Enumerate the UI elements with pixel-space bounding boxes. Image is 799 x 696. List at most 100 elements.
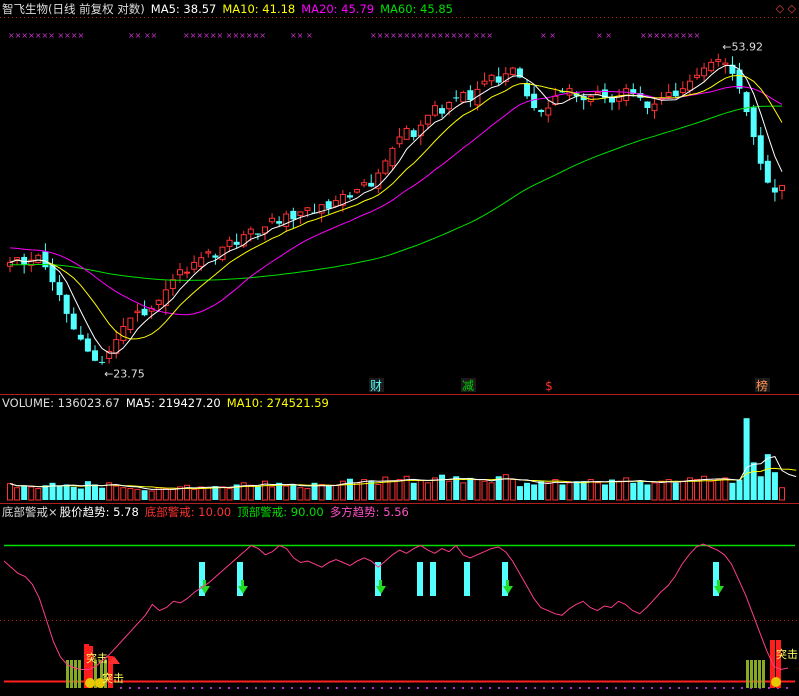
candle-body: [91, 350, 98, 361]
candle-body: [127, 317, 134, 330]
baseline-dot: [336, 687, 338, 689]
baseline-dot: [192, 687, 194, 689]
baseline-dot: [768, 687, 770, 689]
baseline-dot: [165, 687, 167, 689]
candle-body: [701, 67, 708, 77]
baseline-dot: [579, 687, 581, 689]
candle-body: [538, 109, 545, 113]
bottom-zone-bar: [746, 660, 749, 688]
volume-bar: [679, 480, 686, 501]
baseline-dot: [498, 687, 500, 689]
baseline-dot: [363, 687, 365, 689]
volume-bar: [736, 479, 743, 500]
bottom-zone-bar: [74, 660, 77, 688]
candle-body: [99, 361, 106, 363]
volume-bar: [396, 479, 403, 501]
volume-bar: [651, 482, 658, 501]
candle-body: [276, 221, 283, 224]
indicator-header: 底部警戒× 股价趋势: 5.78 底部警戒: 10.00 顶部警戒: 90.00 多方趋…: [2, 505, 415, 519]
baseline-dot: [588, 687, 590, 689]
baseline-dot: [705, 687, 707, 689]
ma20-label: MA20: 45.79: [301, 2, 375, 16]
candle-body: [233, 241, 240, 245]
volume-bar: [708, 480, 715, 501]
candle: [509, 66, 516, 76]
volume-bar: [318, 483, 325, 501]
candle-body: [531, 93, 538, 109]
chart-canvas: ←53.92 ←23.75 ××××××× ×××× ×× ×× ×××××× ××××…: [0, 0, 799, 692]
bottom-zone-bar: [754, 660, 757, 688]
attack-label: 突击: [776, 647, 798, 661]
candle-body: [403, 127, 410, 140]
volume-bar: [488, 482, 495, 501]
volume-bar: [226, 488, 233, 501]
volume-bar: [644, 484, 651, 500]
volume-bar: [417, 479, 424, 501]
volume-header: VOLUME: 136023.67 MA5: 219427.20 MA10: 274…: [2, 396, 335, 410]
volume-bar: [219, 486, 226, 501]
baseline-dot: [201, 687, 203, 689]
volume-bar: [56, 486, 63, 500]
baseline-dot: [300, 687, 302, 689]
volume-bar: [354, 482, 361, 501]
baseline-dot: [786, 687, 788, 689]
candle-body: [679, 88, 686, 93]
baseline-dot: [174, 687, 176, 689]
baseline-dot: [264, 687, 266, 689]
baseline-dot: [120, 687, 122, 689]
volume-bar: [424, 482, 431, 501]
attack-label: 突击: [102, 671, 124, 685]
candle-body: [509, 67, 516, 75]
candle-body: [332, 200, 339, 207]
candle-body: [226, 239, 233, 247]
candle-body: [488, 74, 495, 82]
volume-bar: [247, 484, 254, 501]
baseline-dot: [282, 687, 284, 689]
volume-bar: [113, 485, 120, 501]
bottom-zone-bar: [78, 660, 81, 688]
baseline-dot: [543, 687, 545, 689]
indicator-title[interactable]: 底部警戒×: [2, 505, 58, 519]
baseline-dot: [462, 687, 464, 689]
baseline-dot: [723, 687, 725, 689]
candle-body: [594, 91, 601, 95]
candle: [382, 158, 389, 176]
corner-diamond-icon[interactable]: ◇ ◇: [776, 2, 796, 15]
candle-body: [623, 88, 630, 101]
candle-body: [545, 107, 552, 116]
candle-body: [396, 136, 403, 145]
smiley-icon: [85, 678, 95, 688]
volume-bar: [694, 479, 701, 501]
smiley-icon: [771, 677, 781, 687]
baseline-dot: [552, 687, 554, 689]
candle-body: [70, 313, 77, 330]
candle-body: [771, 187, 778, 193]
candle-body: [779, 185, 785, 192]
volume-bar: [715, 479, 722, 501]
candle: [460, 90, 467, 104]
candle-body: [346, 195, 353, 198]
volume-bar: [91, 484, 98, 500]
volume-bar: [481, 480, 488, 501]
baseline-dot: [516, 687, 518, 689]
candle-body: [665, 91, 672, 98]
candle-body: [431, 105, 438, 116]
volume-bar: [410, 482, 417, 500]
candle-body: [495, 76, 502, 83]
baseline-dot: [606, 687, 608, 689]
volume-ma10-label: MA10: 274521.59: [226, 396, 329, 410]
baseline-dot: [210, 687, 212, 689]
baseline-dot: [309, 687, 311, 689]
volume-bar: [304, 488, 311, 501]
volume-bar: [28, 486, 35, 501]
volume-bar: [446, 480, 453, 501]
candle-body: [134, 310, 141, 314]
candle-body: [764, 160, 771, 183]
volume-bar: [99, 487, 106, 500]
volume-bar: [580, 481, 587, 500]
signal-marker: ×××××××××: [640, 31, 700, 40]
volume-bar: [630, 482, 637, 500]
baseline-dot: [597, 687, 599, 689]
volume-bar: [609, 479, 616, 500]
signal-marker: × ×: [596, 31, 612, 40]
